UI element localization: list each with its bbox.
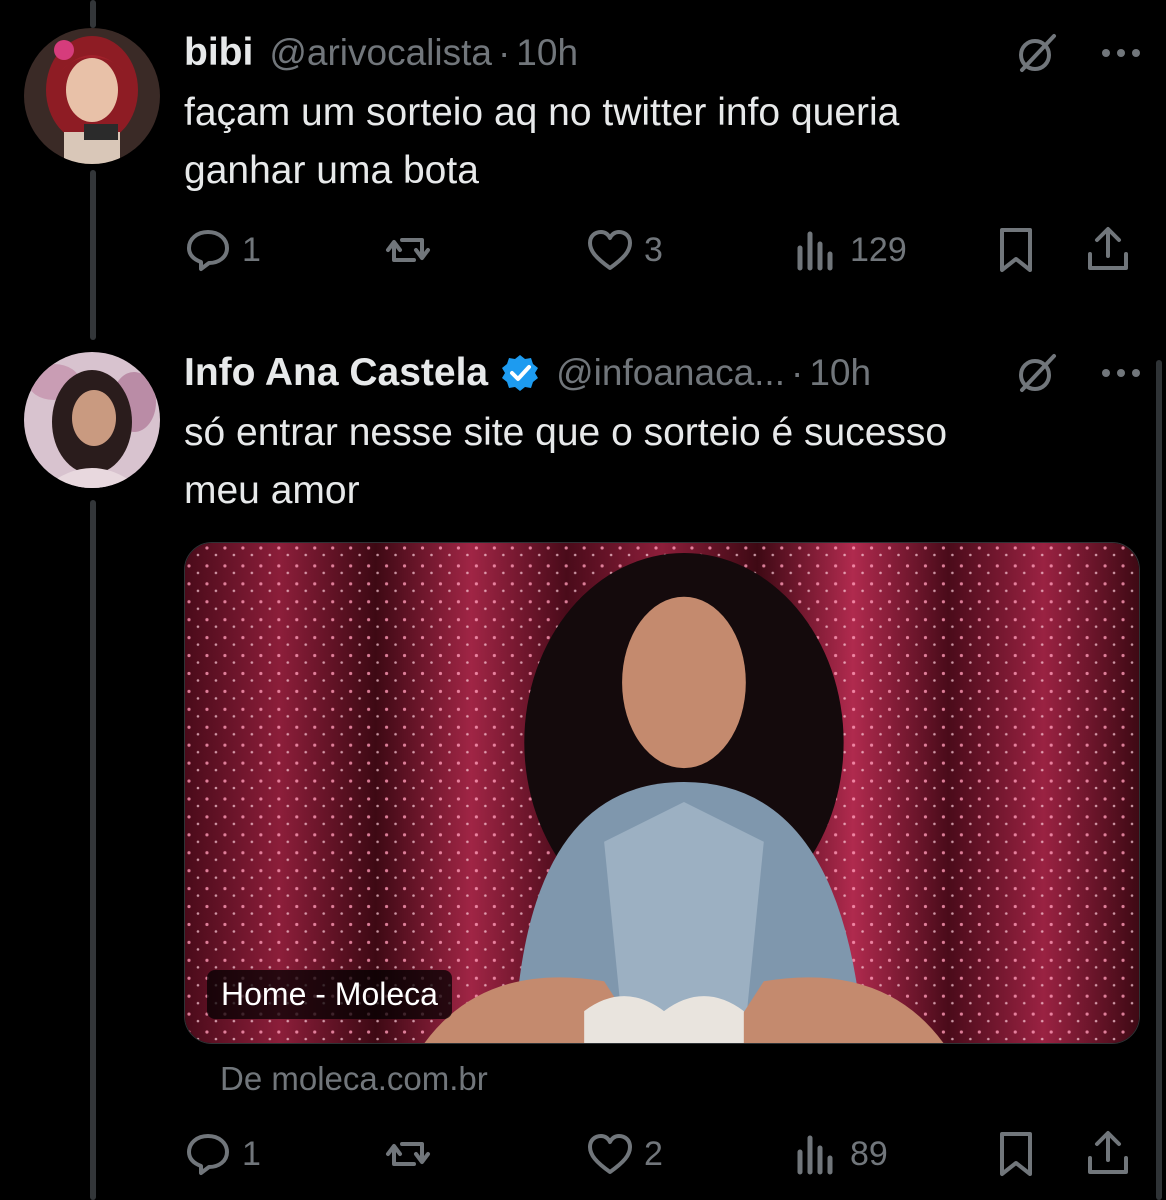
- like-count: 3: [644, 230, 663, 269]
- views-icon: [797, 231, 833, 271]
- views-button[interactable]: 89: [792, 1124, 888, 1184]
- views-icon: [797, 1135, 833, 1175]
- separator-dot: ·: [497, 32, 511, 73]
- retweet-button[interactable]: [384, 220, 442, 280]
- avatar-info-ana-castela[interactable]: [24, 352, 160, 488]
- card-source[interactable]: De moleca.com.br: [220, 1060, 488, 1098]
- verified-badge-icon[interactable]: [500, 353, 540, 393]
- tweet-header: Info Ana Castela @infoanaca... · 10h: [184, 348, 1142, 398]
- grok-icon[interactable]: [1014, 350, 1060, 396]
- bookmark-icon: [1000, 228, 1032, 272]
- views-count: 129: [850, 230, 907, 269]
- action-bar: 1 3 129: [184, 220, 1136, 280]
- timestamp[interactable]: 10h: [809, 352, 871, 394]
- views-button[interactable]: 129: [792, 220, 907, 280]
- like-button[interactable]: 2: [586, 1124, 663, 1184]
- reply-icon: [187, 230, 229, 271]
- tweet-info-ana-castela[interactable]: Info Ana Castela @infoanaca... · 10h só …: [0, 340, 1166, 1200]
- tweet-bibi[interactable]: bibi @arivocalista · 10h façam um sortei…: [0, 0, 1166, 320]
- views-count: 89: [850, 1134, 888, 1173]
- author-handle[interactable]: @infoanaca...: [556, 352, 785, 394]
- retweet-button[interactable]: [384, 1124, 442, 1184]
- author-name[interactable]: bibi: [184, 31, 253, 75]
- share-button[interactable]: [1084, 220, 1132, 280]
- author-handle[interactable]: @arivocalista: [269, 32, 492, 74]
- reply-icon: [187, 1134, 229, 1175]
- card-title: Home - Moleca: [207, 970, 452, 1019]
- separator-dot: ·: [791, 352, 804, 393]
- reply-button[interactable]: 1: [184, 220, 261, 280]
- bookmark-icon: [1000, 1132, 1032, 1176]
- tweet-text: façam um sorteio aq no twitter info quer…: [184, 91, 900, 192]
- bookmark-button[interactable]: [992, 1124, 1040, 1184]
- reply-count: 1: [242, 1134, 261, 1173]
- tweet-header: bibi @arivocalista · 10h: [184, 28, 1142, 78]
- bookmark-button[interactable]: [992, 220, 1040, 280]
- avatar-bibi[interactable]: [24, 28, 160, 164]
- link-card[interactable]: Home - Moleca: [184, 542, 1140, 1044]
- like-icon: [588, 1134, 632, 1174]
- retweet-icon: [386, 1142, 430, 1166]
- author-name[interactable]: Info Ana Castela: [184, 351, 488, 395]
- like-button[interactable]: 3: [586, 220, 663, 280]
- reply-count: 1: [242, 230, 261, 269]
- more-icon[interactable]: [1100, 46, 1142, 60]
- card-image: [185, 543, 1139, 1043]
- action-bar: 1 2 89: [184, 1124, 1136, 1184]
- share-button[interactable]: [1084, 1124, 1132, 1184]
- more-icon[interactable]: [1100, 366, 1142, 380]
- share-icon: [1088, 1131, 1128, 1174]
- retweet-icon: [386, 238, 430, 262]
- timestamp[interactable]: 10h: [516, 32, 578, 74]
- like-count: 2: [644, 1134, 663, 1173]
- tweet-text: só entrar nesse site que o sorteio é suc…: [184, 411, 948, 512]
- grok-icon[interactable]: [1014, 30, 1060, 76]
- like-icon: [588, 230, 632, 270]
- reply-button[interactable]: 1: [184, 1124, 261, 1184]
- share-icon: [1088, 227, 1128, 270]
